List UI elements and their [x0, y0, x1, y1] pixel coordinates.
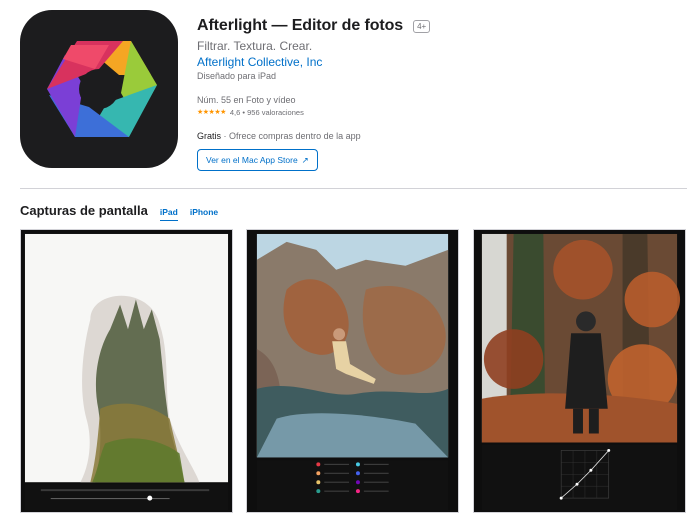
age-rating-badge: 4+ — [413, 19, 431, 33]
rating-stars: ★★★★★ — [197, 109, 226, 116]
rating-text: 4,6 • 956 valoraciones — [229, 107, 304, 117]
title-row: Afterlight — Editor de fotos 4+ — [197, 14, 677, 38]
screenshot-2[interactable] — [246, 229, 459, 513]
rocks-photo — [247, 230, 458, 512]
price-row: Gratis · Ofrece compras dentro de la app — [197, 130, 677, 142]
screenshots-header: Capturas de pantalla iPad iPhone — [20, 203, 218, 221]
tab-ipad[interactable]: iPad — [159, 207, 178, 221]
aperture-logo-icon — [47, 41, 157, 137]
app-icon — [20, 10, 178, 168]
category-rank: Núm. 55 en Foto y vídeo — [197, 95, 296, 105]
external-arrow-icon: ↗ — [301, 154, 309, 165]
developer-link[interactable]: Afterlight Collective, Inc — [197, 54, 677, 70]
double-exposure-photo — [21, 230, 232, 512]
price-label: Gratis — [197, 131, 222, 141]
app-info: Afterlight — Editor de fotos 4+ Filtrar.… — [197, 14, 677, 171]
app-title: Afterlight — Editor de fotos — [197, 17, 404, 34]
designed-for-label: Diseñado para iPad — [197, 71, 277, 81]
in-app-purchases-label: · Ofrece compras dentro de la app — [223, 131, 361, 141]
screenshot-1[interactable] — [20, 229, 233, 513]
screenshots-title: Capturas de pantalla — [20, 203, 148, 218]
app-subtitle: Filtrar. Textura. Crear. — [197, 39, 313, 53]
screenshot-3[interactable] — [473, 229, 686, 513]
rating-row: ★★★★★ 4,6 • 956 valoraciones — [197, 106, 677, 118]
divider — [20, 188, 687, 189]
tab-iphone[interactable]: iPhone — [190, 207, 218, 220]
view-in-mac-app-store-button[interactable]: Ver en el Mac App Store ↗ — [197, 149, 318, 171]
autumn-forest-photo — [474, 230, 685, 512]
mac-button-label: Ver en el Mac App Store — [206, 155, 298, 165]
